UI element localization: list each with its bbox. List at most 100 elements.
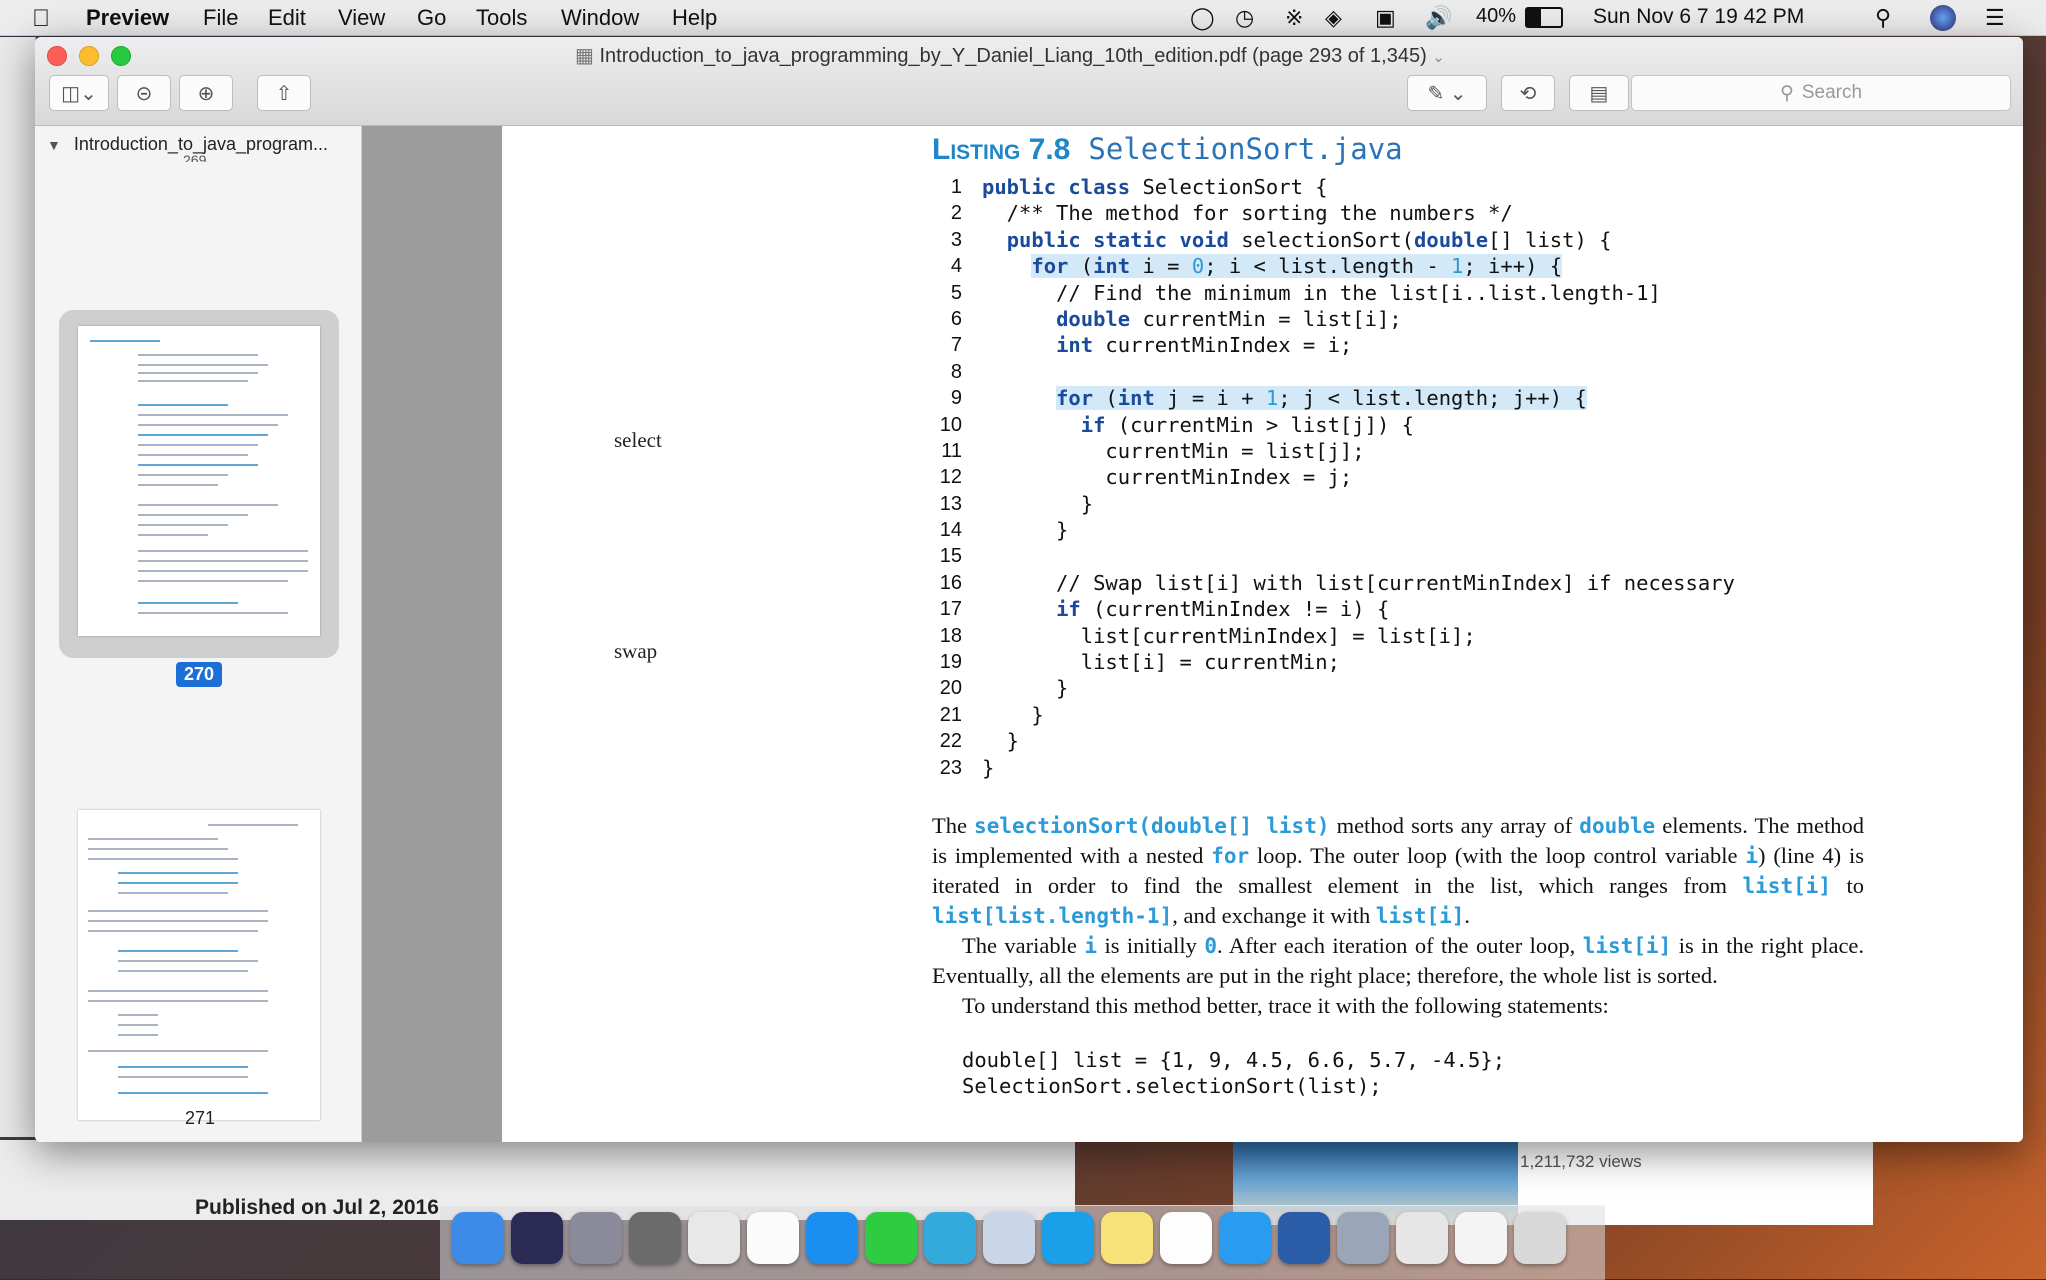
- code-text: int currentMinIndex = i;: [1056, 333, 1353, 358]
- disclosure-triangle-icon[interactable]: ▼: [47, 137, 61, 153]
- toolbox-icon: ▤: [1589, 82, 1609, 105]
- page-thumbnail-271[interactable]: [78, 810, 320, 1120]
- dock-itunes-icon[interactable]: [747, 1212, 799, 1264]
- page-thumbnail-270[interactable]: [78, 326, 320, 636]
- line-number: 5: [950, 281, 962, 304]
- dock-document-icon[interactable]: [1396, 1212, 1448, 1264]
- dock-preview-icon[interactable]: [983, 1212, 1035, 1264]
- search-field[interactable]: ⚲ Search: [1631, 75, 2011, 111]
- published-date: Published on Jul 2, 2016: [195, 1196, 439, 1219]
- share-button[interactable]: ⇧: [257, 75, 311, 111]
- dock-photos-icon[interactable]: [1160, 1212, 1212, 1264]
- notification-center-icon[interactable]: ☰: [1985, 5, 2005, 31]
- siri-icon[interactable]: [1930, 5, 1956, 31]
- code-text: currentMin = list[j];: [982, 438, 1365, 463]
- code-text: for (int i = 0; i < list.length - 1; i++…: [1031, 254, 1563, 279]
- search-placeholder: Search: [1801, 82, 1863, 103]
- menu-go[interactable]: Go: [417, 5, 446, 31]
- dock-textedit-icon[interactable]: [1455, 1212, 1507, 1264]
- view-count: 1,211,732 views: [1520, 1152, 1642, 1171]
- sidebar-toggle-button[interactable]: ◫⌄: [49, 75, 109, 111]
- pen-icon: ✎ ⌄: [1427, 82, 1467, 105]
- code-text: // Swap list[i] with list[currentMinInde…: [982, 570, 1735, 595]
- dock-chrome-icon[interactable]: [688, 1212, 740, 1264]
- line-number: 20: [939, 677, 962, 700]
- line-number: 17: [939, 598, 962, 621]
- dock-trash-icon[interactable]: [1514, 1212, 1566, 1264]
- line-number: 15: [939, 545, 962, 568]
- dock-launchpad-icon[interactable]: [570, 1212, 622, 1264]
- line-number: 3: [950, 228, 962, 251]
- dock-app-store-icon[interactable]: [806, 1212, 858, 1264]
- rotate-icon: ⟲: [1519, 82, 1537, 105]
- share-icon: ⇧: [275, 82, 293, 105]
- thumbnail-sidebar: ▼ Introduction_to_java_program... 269 27…: [35, 126, 362, 1142]
- title-bar: ▦ Introduction_to_java_programming_by_Y_…: [35, 37, 2023, 126]
- battery-icon[interactable]: [1525, 7, 1563, 28]
- code-text: }: [982, 518, 1069, 543]
- wifi-icon[interactable]: ◈: [1325, 5, 1342, 31]
- zoom-out-icon: ⊝: [135, 82, 153, 105]
- dock-system-preferences-icon[interactable]: [629, 1212, 681, 1264]
- line-number: 10: [939, 413, 962, 436]
- close-button[interactable]: [47, 46, 67, 66]
- line-number: 14: [939, 519, 962, 542]
- zoom-out-button[interactable]: ⊝: [117, 75, 171, 111]
- dock-image-capture-icon[interactable]: [1337, 1212, 1389, 1264]
- menu-clock[interactable]: Sun Nov 6 7 19 42 PM: [1593, 5, 1804, 29]
- example-code: double[] list = {1, 9, 4.5, 6.6, 5.7, -4…: [962, 1047, 1505, 1099]
- volume-icon[interactable]: 🔊: [1425, 5, 1452, 31]
- airplay-icon[interactable]: ▣: [1375, 5, 1396, 31]
- code-text: public static void selectionSort(double[…: [1006, 227, 1612, 252]
- dock-skype-icon[interactable]: [1042, 1212, 1094, 1264]
- toolbox-button[interactable]: ▤: [1569, 75, 1629, 111]
- line-number: 18: [939, 624, 962, 647]
- listing-filename: SelectionSort.java: [1088, 132, 1403, 166]
- margin-note-select: select: [614, 428, 662, 452]
- markup-button[interactable]: ✎ ⌄: [1407, 75, 1487, 111]
- time-machine-icon[interactable]: ◷: [1235, 5, 1254, 31]
- menu-edit[interactable]: Edit: [268, 5, 306, 31]
- menu-help[interactable]: Help: [672, 5, 717, 31]
- dock-safari-icon[interactable]: [1219, 1212, 1271, 1264]
- spotlight-icon[interactable]: ⚲: [1875, 5, 1891, 31]
- dock-messages-icon[interactable]: [924, 1212, 976, 1264]
- code-text: if (currentMinIndex != i) {: [1056, 597, 1390, 622]
- paragraph-3: To understand this method better, trace …: [962, 993, 1609, 1018]
- menu-file[interactable]: File: [203, 5, 238, 31]
- code-text: currentMinIndex = j;: [982, 465, 1353, 490]
- battery-percent[interactable]: 40%: [1476, 5, 1516, 28]
- dock-word-icon[interactable]: [1278, 1212, 1330, 1264]
- dock-siri-icon[interactable]: [511, 1212, 563, 1264]
- minimize-button[interactable]: [79, 46, 99, 66]
- menu-app-name[interactable]: Preview: [86, 5, 169, 31]
- accessibility-icon[interactable]: ◯: [1190, 5, 1215, 31]
- code-text: /** The method for sorting the numbers *…: [982, 201, 1513, 226]
- window-title-text: Introduction_to_java_programming_by_Y_Da…: [599, 45, 1427, 67]
- rotate-button[interactable]: ⟲: [1501, 75, 1555, 111]
- page-label-271[interactable]: 271: [185, 1108, 215, 1129]
- chevron-down-icon[interactable]: ⌄: [1432, 49, 1445, 66]
- example-line-2: SelectionSort.selectionSort(list);: [962, 1074, 1382, 1098]
- code-text: }: [982, 702, 1044, 727]
- zoom-button[interactable]: [111, 46, 131, 66]
- code-text: if (currentMin > list[j]) {: [1080, 412, 1414, 437]
- menu-window[interactable]: Window: [561, 5, 639, 31]
- zoom-in-button[interactable]: ⊕: [179, 75, 233, 111]
- code-text: }: [982, 755, 995, 780]
- dock-facetime-icon[interactable]: [865, 1212, 917, 1264]
- bluetooth-icon[interactable]: ※: [1285, 5, 1303, 31]
- line-number: 6: [950, 307, 962, 330]
- zoom-in-icon: ⊕: [197, 82, 215, 105]
- listing-heading: Listing 7.8 SelectionSort.java: [932, 132, 1403, 167]
- menu-view[interactable]: View: [338, 5, 385, 31]
- document-viewer[interactable]: Listing 7.8 SelectionSort.java select swa…: [362, 126, 2023, 1142]
- code-text: list[i] = currentMin;: [982, 650, 1340, 675]
- paragraph-2: The variable i is initially 0. After eac…: [932, 933, 1865, 988]
- dock-finder-icon[interactable]: [452, 1212, 504, 1264]
- dock-notes-icon[interactable]: [1101, 1212, 1153, 1264]
- menu-tools[interactable]: Tools: [476, 5, 527, 31]
- page-label-270[interactable]: 270: [176, 662, 223, 687]
- code-text: list[currentMinIndex] = list[i];: [982, 623, 1476, 648]
- apple-icon[interactable]: : [32, 5, 50, 33]
